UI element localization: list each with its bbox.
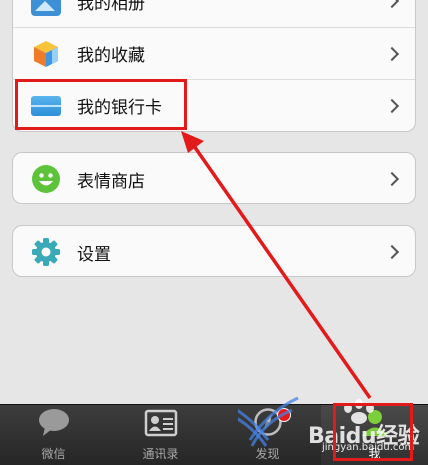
menu-item-settings[interactable]: 设置 xyxy=(13,226,415,276)
menu-item-album[interactable]: 我的相册 xyxy=(13,0,415,27)
tab-contacts[interactable]: 通讯录 xyxy=(107,405,214,465)
tab-label: 通讯录 xyxy=(142,447,179,461)
chat-bubble-icon xyxy=(37,407,71,441)
smiley-icon xyxy=(31,164,61,194)
menu-item-bank-card[interactable]: 我的银行卡 xyxy=(13,79,415,131)
menu-item-label: 我的收藏 xyxy=(77,46,145,66)
favorites-box-icon xyxy=(31,39,61,69)
gear-icon xyxy=(31,237,61,267)
menu-item-sticker-store[interactable]: 表情商店 xyxy=(13,153,415,203)
chevron-right-icon xyxy=(384,98,400,113)
menu-group-personal: 我的相册 我的收藏 我的银行卡 xyxy=(12,0,416,132)
baidu-jingyan-watermark: Baidu经验 jingyan.baidu.com xyxy=(238,382,428,462)
watermark-url: jingyan.baidu.com xyxy=(322,442,415,453)
menu-item-label: 设置 xyxy=(77,244,111,265)
bank-card-icon xyxy=(31,95,61,116)
menu-item-favorites[interactable]: 我的收藏 xyxy=(13,27,415,79)
contacts-card-icon xyxy=(144,409,178,441)
tab-wechat[interactable]: 微信 xyxy=(0,405,107,465)
tab-label: 微信 xyxy=(41,447,66,461)
menu-item-label: 我的相册 xyxy=(77,0,145,14)
menu-group-sticker: 表情商店 xyxy=(12,152,416,204)
album-icon xyxy=(31,0,61,16)
chevron-right-icon xyxy=(384,46,400,61)
menu-item-label: 我的银行卡 xyxy=(77,98,162,118)
chevron-right-icon xyxy=(384,244,400,260)
chevron-right-icon xyxy=(384,171,400,187)
chevron-right-icon xyxy=(384,0,400,9)
menu-item-label: 表情商店 xyxy=(77,171,145,192)
menu-group-settings: 设置 xyxy=(12,225,416,277)
